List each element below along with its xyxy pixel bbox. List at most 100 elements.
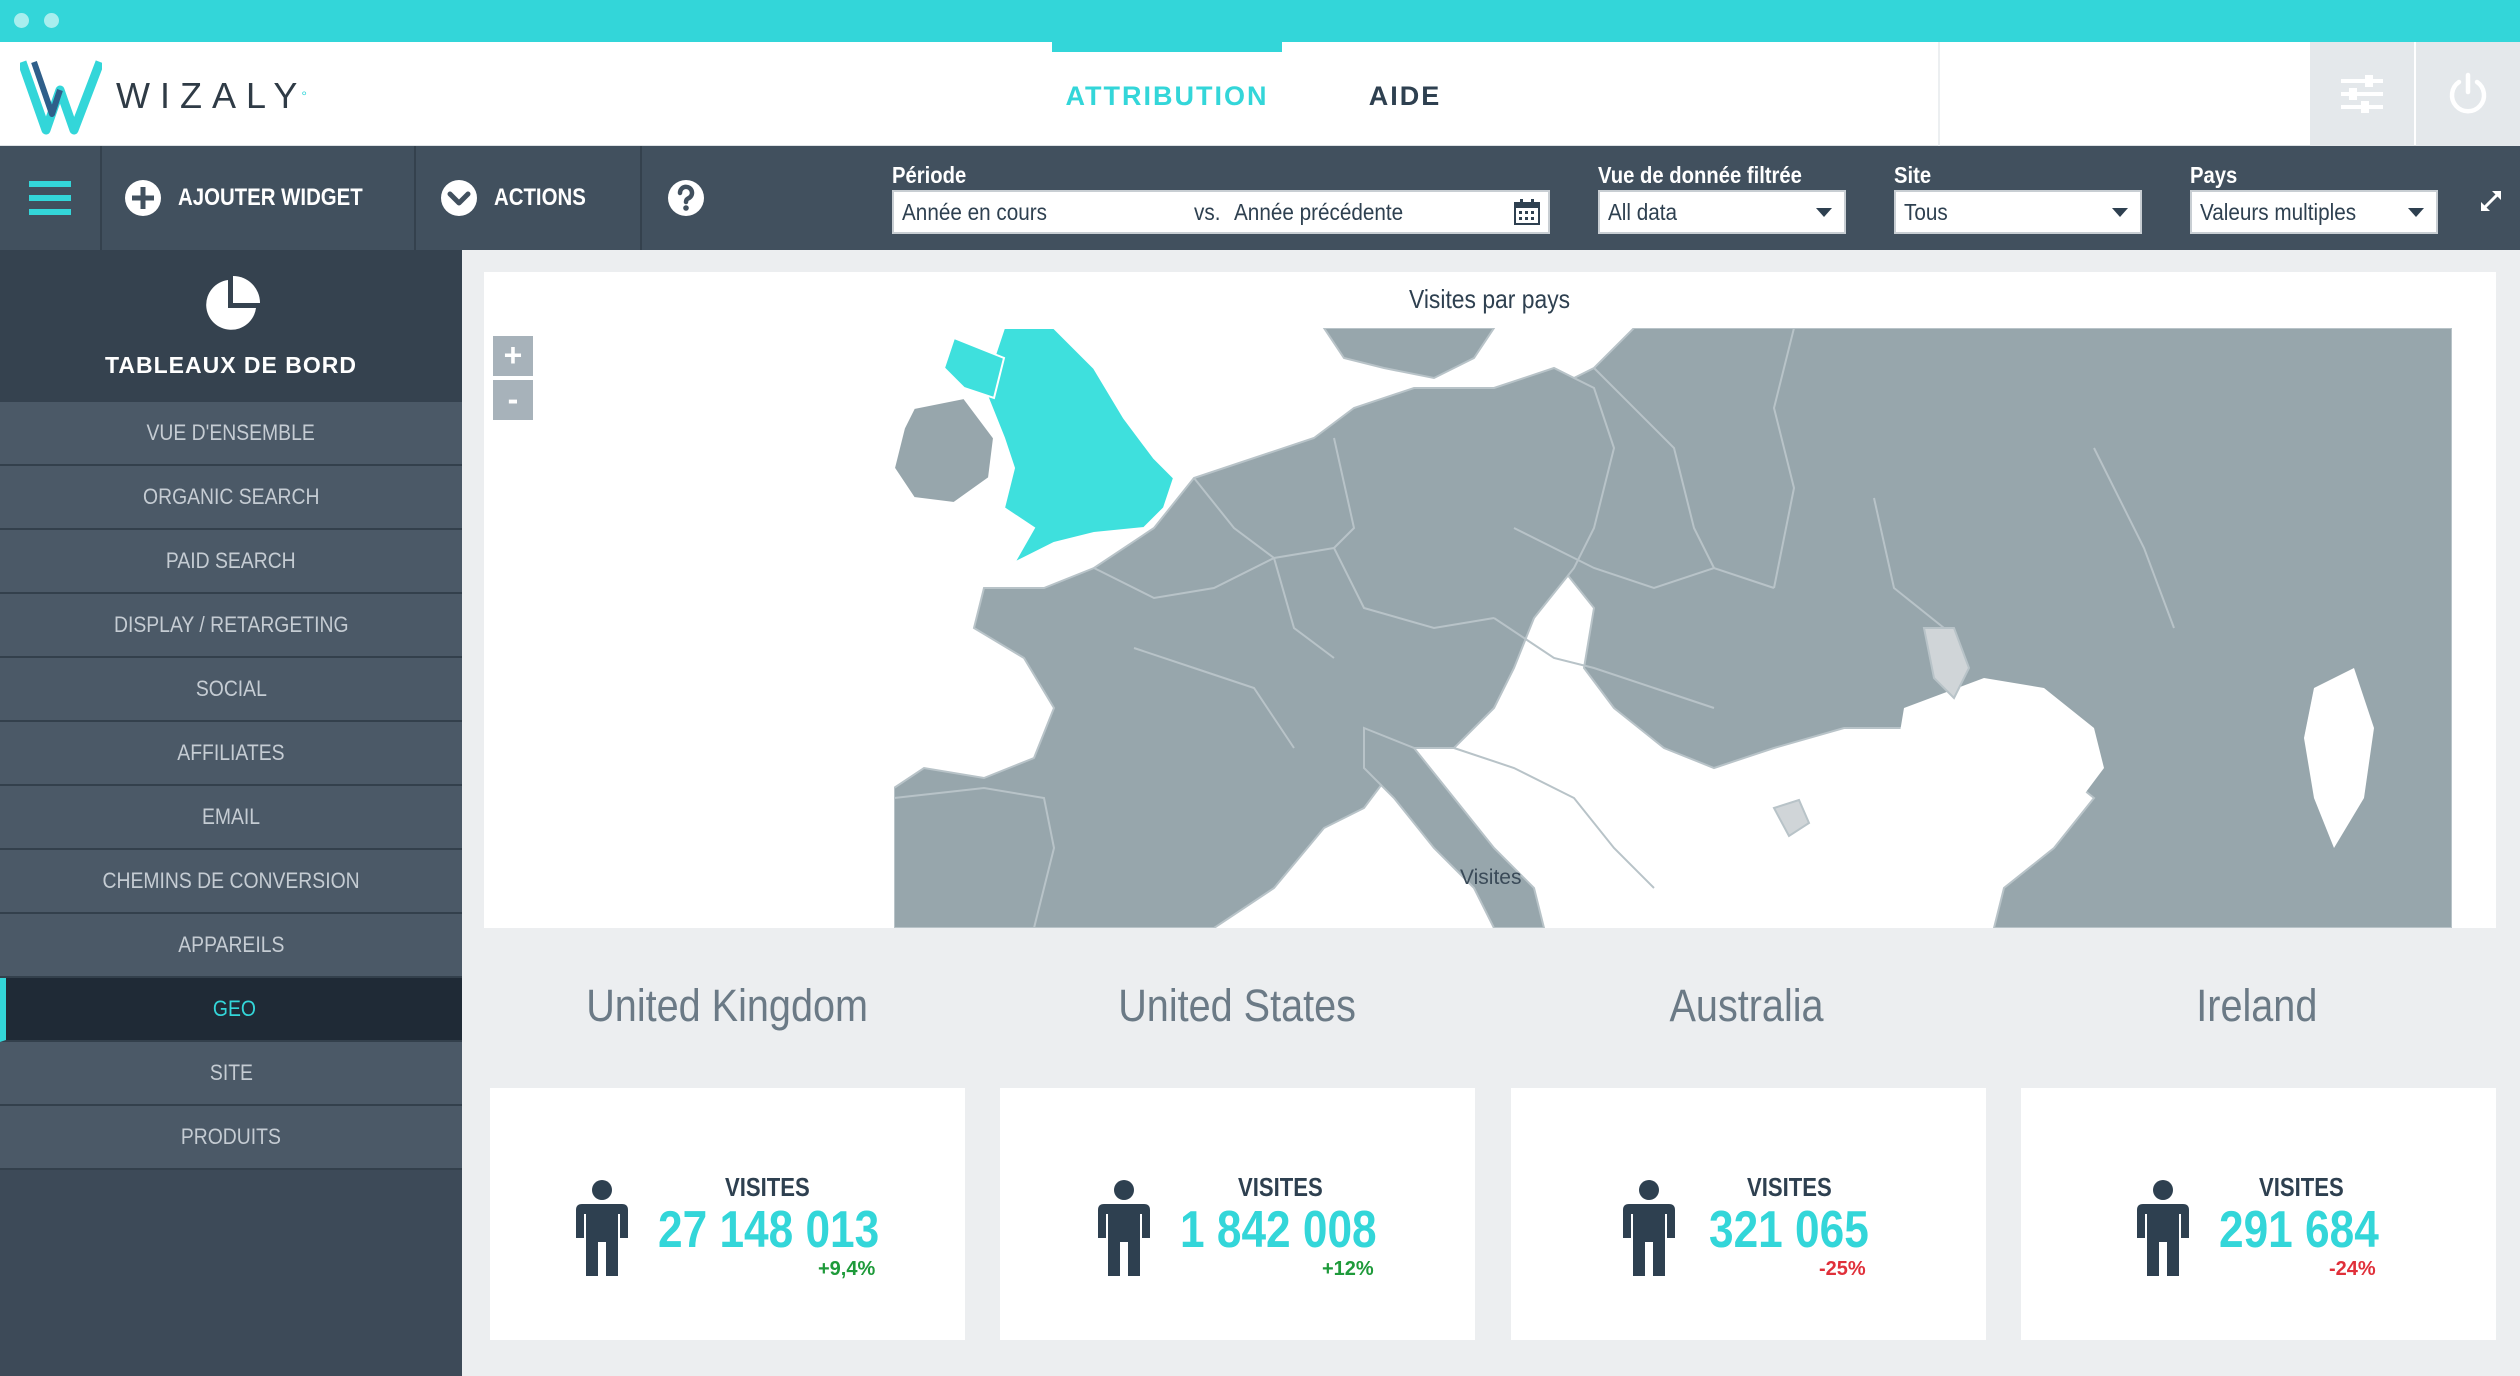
map-legend: Visites: [1460, 866, 1522, 889]
country-select[interactable]: Valeurs multiples: [2190, 190, 2438, 234]
view-select[interactable]: All data: [1598, 190, 1846, 234]
sidebar-item-social[interactable]: SOCIAL: [0, 658, 462, 722]
actions-label: ACTIONS: [494, 184, 586, 211]
country-heading: Australia: [1507, 980, 1987, 1032]
map-title-text: Visites par pays: [1409, 284, 1571, 314]
kpi-label: VISITES: [1238, 1172, 1338, 1203]
kpi-value: 1 842 008: [1180, 1200, 1411, 1260]
kpi-delta: +9,4%: [818, 1258, 876, 1280]
kpi-label-text: VISITES: [2259, 1172, 2344, 1202]
kpi-value: 321 065: [1709, 1200, 1897, 1260]
view-value: All data: [1608, 199, 1678, 225]
sidebar-item-label: CHEMINS DE CONVERSION: [102, 868, 360, 893]
kpi-card: VISITES 291 684 -24%: [2021, 1088, 2496, 1340]
sidebar-item-label: GEO: [212, 996, 256, 1021]
period-compare-value: Année précédente: [1234, 199, 1404, 225]
sidebar-item-label: PRODUITS: [180, 1124, 282, 1149]
sidebar-item-organic-search[interactable]: ORGANIC SEARCH: [0, 466, 462, 530]
country-heading: United States: [997, 980, 1477, 1032]
europe-map[interactable]: [894, 328, 2452, 928]
sidebar-list: VUE D'ENSEMBLE ORGANIC SEARCH PAID SEARC…: [0, 402, 462, 1170]
power-icon: [2449, 72, 2487, 114]
power-button[interactable]: [2416, 42, 2520, 146]
map-widget: Visites par pays + - Visites: [484, 272, 2496, 928]
sidebar-item-site[interactable]: SITE: [0, 1042, 462, 1106]
sidebar-item-label: APPAREILS: [177, 932, 285, 957]
app-window: WIZALY ° ATTRIBUTION AIDE AJOUTER WIDGET…: [0, 0, 2520, 1376]
country-heading-text: United States: [1118, 980, 1356, 1031]
country-heading-text: Ireland: [2196, 980, 2318, 1031]
country-label: Pays: [2190, 162, 2238, 188]
actions-button[interactable]: ACTIONS: [416, 146, 642, 250]
kpi-delta: -24%: [2329, 1258, 2376, 1280]
help-button[interactable]: [642, 146, 730, 250]
sidebar-item-paid-search[interactable]: PAID SEARCH: [0, 530, 462, 594]
sidebar-item-label: SITE: [209, 1060, 253, 1085]
logo-text: WIZALY: [116, 75, 308, 116]
chevron-down-icon: [2112, 208, 2128, 217]
plus-circle-icon: [125, 180, 161, 216]
sidebar-item-label: VUE D'ENSEMBLE: [146, 420, 316, 445]
country-heading-text: United Kingdom: [586, 980, 868, 1031]
settings-button[interactable]: [2310, 42, 2414, 146]
person-icon: [1623, 1180, 1675, 1276]
kpi-value: 27 148 013: [658, 1200, 918, 1260]
period-value: Année en cours: [902, 199, 1048, 225]
pie-chart-icon: [206, 276, 260, 330]
chevron-down-circle-icon: [441, 180, 477, 216]
window-titlebar: [0, 0, 2520, 42]
logo[interactable]: WIZALY °: [20, 54, 307, 138]
zoom-out-button[interactable]: -: [493, 380, 533, 420]
add-widget-button[interactable]: AJOUTER WIDGET: [102, 146, 416, 250]
sidebar-item-affiliates[interactable]: AFFILIATES: [0, 722, 462, 786]
add-widget-label: AJOUTER WIDGET: [178, 184, 363, 211]
kpi-delta: +12%: [1322, 1258, 1374, 1280]
person-icon: [1098, 1180, 1150, 1276]
kpi-value-text: 27 148 013: [658, 1201, 880, 1259]
sidebar-item-label: DISPLAY / RETARGETING: [113, 612, 349, 637]
window-close-dot[interactable]: [14, 13, 29, 28]
sliders-icon: [2341, 75, 2383, 113]
tab-aide[interactable]: AIDE: [1330, 42, 1480, 146]
sidebar-item-label: AFFILIATES: [177, 740, 285, 765]
period-picker[interactable]: Année en cours vs. Année précédente: [892, 190, 1550, 234]
sidebar: TABLEAUX DE BORD VUE D'ENSEMBLE ORGANIC …: [0, 250, 462, 1376]
window-minimize-dot[interactable]: [44, 13, 59, 28]
sidebar-item-appareils[interactable]: APPAREILS: [0, 914, 462, 978]
sidebar-item-vue-ensemble[interactable]: VUE D'ENSEMBLE: [0, 402, 462, 466]
menu-toggle-button[interactable]: [0, 146, 102, 250]
site-select[interactable]: Tous: [1894, 190, 2142, 234]
nav-divider: [1938, 42, 1940, 146]
sidebar-item-label: PAID SEARCH: [166, 548, 296, 573]
zoom-in-button[interactable]: +: [493, 336, 533, 376]
sidebar-item-geo[interactable]: GEO: [0, 978, 462, 1042]
tab-attribution[interactable]: ATTRIBUTION: [1052, 42, 1282, 146]
map-title: Visites par pays: [484, 284, 2496, 315]
fullscreen-button[interactable]: [2476, 186, 2506, 216]
kpi-label: VISITES: [725, 1172, 825, 1203]
kpi-label-text: VISITES: [1747, 1172, 1832, 1202]
country-heading-text: Australia: [1669, 980, 1825, 1031]
sidebar-item-email[interactable]: EMAIL: [0, 786, 462, 850]
sidebar-header: TABLEAUX DE BORD: [0, 250, 462, 402]
kpi-value-text: 1 842 008: [1180, 1201, 1377, 1259]
expand-icon: [2480, 190, 2502, 212]
help-icon: [668, 180, 704, 216]
chevron-down-icon: [2408, 208, 2424, 217]
kpi-label-text: VISITES: [1238, 1172, 1323, 1202]
kpi-label: VISITES: [1747, 1172, 1847, 1203]
toolbar: AJOUTER WIDGET ACTIONS Période Année en …: [0, 146, 2520, 250]
kpi-label: VISITES: [2259, 1172, 2359, 1203]
sidebar-item-label: EMAIL: [201, 804, 261, 829]
sidebar-item-chemins-conversion[interactable]: CHEMINS DE CONVERSION: [0, 850, 462, 914]
view-label: Vue de donnée filtrée: [1598, 162, 1802, 188]
sidebar-item-label: SOCIAL: [195, 676, 267, 701]
sidebar-item-produits[interactable]: PRODUITS: [0, 1106, 462, 1170]
sidebar-item-display-retargeting[interactable]: DISPLAY / RETARGETING: [0, 594, 462, 658]
hamburger-icon: [29, 181, 71, 215]
kpi-card: VISITES 27 148 013 +9,4%: [490, 1088, 965, 1340]
kpi-value: 291 684: [2219, 1200, 2407, 1260]
kpi-card: VISITES 1 842 008 +12%: [1000, 1088, 1475, 1340]
map-canvas: [894, 328, 2452, 928]
site-label: Site: [1894, 162, 1932, 188]
